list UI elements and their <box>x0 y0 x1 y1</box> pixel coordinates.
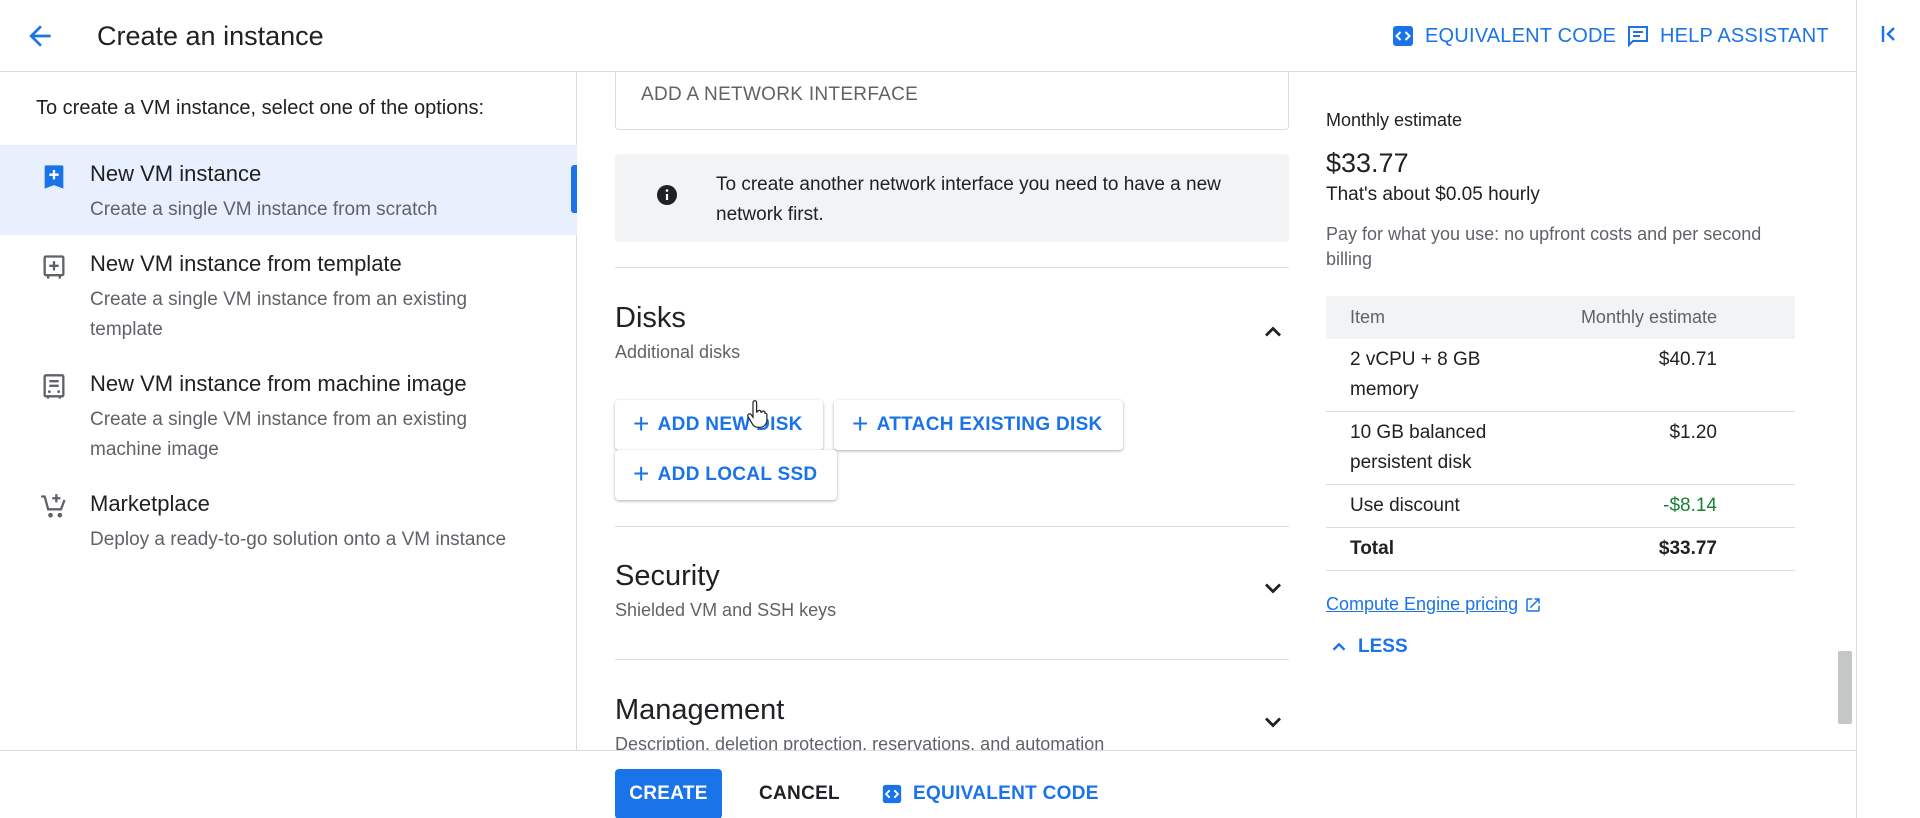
option-title: Marketplace <box>90 491 210 516</box>
disks-section-subtitle: Additional disks <box>615 342 741 362</box>
disks-section-title: Disks <box>615 302 686 334</box>
security-section-title: Security <box>615 560 720 592</box>
hourly-estimate: That's about $0.05 hourly <box>1326 184 1540 205</box>
row-item: 10 GB balanced persistent disk <box>1326 411 1526 485</box>
attach-existing-disk-label: ATTACH EXISTING DISK <box>876 414 1103 435</box>
scrollbar-thumb[interactable] <box>1838 651 1852 724</box>
chevron-down-icon[interactable] <box>1259 574 1287 602</box>
pricing-table: Item Monthly estimate 2 vCPU + 8 GB memo… <box>1326 296 1795 571</box>
show-less-label: LESS <box>1358 636 1408 657</box>
divider <box>615 659 1289 660</box>
total-row: Total $33.77 <box>1326 527 1795 571</box>
row-item: Use discount <box>1326 484 1526 528</box>
cancel-button[interactable]: CANCEL <box>747 769 852 818</box>
chat-icon <box>1628 26 1648 48</box>
management-section-title: Management <box>615 694 785 726</box>
option-description: Create a single VM instance from scratch <box>90 199 438 220</box>
page-title: Create an instance <box>97 21 324 51</box>
table-row: Use discount -$8.14 <box>1326 484 1795 528</box>
equivalent-code-link[interactable]: EQUIVALENT CODE <box>1391 22 1616 50</box>
attach-existing-disk-button[interactable]: + ATTACH EXISTING DISK <box>834 400 1123 450</box>
creation-options-panel: To create a VM instance, select one of t… <box>0 72 577 750</box>
add-new-disk-button[interactable]: + ADD NEW DISK <box>615 400 823 450</box>
row-item: 2 vCPU + 8 GB memory <box>1326 339 1526 412</box>
option-description: Create a single VM instance from an exis… <box>90 409 468 460</box>
billing-note: Pay for what you use: no upfront costs a… <box>1326 224 1762 269</box>
plus-icon: + <box>633 457 650 489</box>
template-icon <box>43 255 65 279</box>
info-icon <box>657 185 677 205</box>
external-link-icon <box>1526 597 1540 612</box>
option-title: New VM instance <box>90 161 262 186</box>
security-section-subtitle: Shielded VM and SSH keys <box>615 600 837 620</box>
option-title: New VM instance from template <box>90 251 402 276</box>
plus-icon: + <box>852 407 869 439</box>
create-button[interactable]: CREATE <box>615 769 722 818</box>
option-description: Create a single VM instance from an exis… <box>90 289 468 340</box>
main-form: ADD A NETWORK INTERFACE To create anothe… <box>578 72 1300 750</box>
add-network-interface-button[interactable]: ADD A NETWORK INTERFACE <box>615 72 1289 130</box>
column-header-item: Item <box>1326 296 1526 339</box>
option-marketplace[interactable]: Marketplace Deploy a ready-to-go solutio… <box>0 475 577 565</box>
table-row: 10 GB balanced persistent disk $1.20 <box>1326 411 1795 485</box>
chevron-up-icon[interactable] <box>1259 318 1287 346</box>
pricing-link-label: Compute Engine pricing <box>1326 594 1519 614</box>
info-banner: To create another network interface you … <box>615 154 1289 242</box>
monthly-estimate-amount: $33.77 <box>1326 148 1409 178</box>
selected-indicator <box>571 165 577 213</box>
column-header-estimate: Monthly estimate <box>1526 296 1795 339</box>
cart-icon <box>41 494 66 518</box>
side-panel-strip <box>1856 0 1920 818</box>
total-value: $33.77 <box>1526 527 1795 571</box>
code-icon <box>882 784 902 804</box>
machine-image-icon <box>43 374 65 399</box>
divider <box>615 526 1289 527</box>
row-value: $40.71 <box>1526 339 1795 412</box>
add-local-ssd-button[interactable]: + ADD LOCAL SSD <box>615 450 838 500</box>
add-new-disk-label: ADD NEW DISK <box>657 414 803 435</box>
plus-icon: + <box>633 407 650 439</box>
discount-value: -$8.14 <box>1526 484 1795 528</box>
info-text: To create another network interface you … <box>716 174 1221 225</box>
row-value: $1.20 <box>1526 411 1795 485</box>
chevron-down-icon[interactable] <box>1259 708 1287 736</box>
code-icon <box>1393 26 1413 46</box>
action-bar: CREATE CANCEL EQUIVALENT CODE <box>0 750 1856 818</box>
option-description: Deploy a ready-to-go solution onto a VM … <box>90 529 507 550</box>
equivalent-code-label: EQUIVALENT CODE <box>1425 24 1617 47</box>
hand-cursor-icon <box>747 400 768 428</box>
table-header-row: Item Monthly estimate <box>1326 296 1795 339</box>
option-new-vm-from-machine-image[interactable]: New VM instance from machine image Creat… <box>0 355 577 475</box>
back-arrow-icon[interactable] <box>24 20 56 52</box>
compute-engine-pricing-link[interactable]: Compute Engine pricing <box>1326 594 1542 615</box>
collapse-panel-icon[interactable] <box>1879 22 1903 46</box>
row-item: Total <box>1326 527 1526 571</box>
add-local-ssd-label: ADD LOCAL SSD <box>657 464 818 485</box>
table-row: 2 vCPU + 8 GB memory $40.71 <box>1326 339 1795 412</box>
show-less-button[interactable]: LESS <box>1328 636 1408 658</box>
equivalent-code-button[interactable]: EQUIVALENT CODE <box>881 769 1099 818</box>
monthly-estimate-label: Monthly estimate <box>1326 110 1463 130</box>
pricing-summary: Monthly estimate $33.77 That's about $0.… <box>1326 72 1806 750</box>
option-new-vm-from-template[interactable]: New VM instance from template Create a s… <box>0 235 577 355</box>
options-intro: To create a VM instance, select one of t… <box>36 97 485 119</box>
add-box-icon <box>44 165 64 189</box>
help-assistant-link[interactable]: HELP ASSISTANT <box>1626 22 1829 50</box>
management-section-subtitle: Description, deletion protection, reserv… <box>615 734 1105 750</box>
option-new-vm-instance[interactable]: New VM instance Create a single VM insta… <box>0 145 577 235</box>
chevron-up-icon <box>1332 642 1346 651</box>
option-title: New VM instance from machine image <box>90 371 467 396</box>
page-header: Create an instance EQUIVALENT CODE HELP … <box>0 0 1856 72</box>
help-assistant-label: HELP ASSISTANT <box>1660 24 1829 47</box>
add-network-interface-label: ADD A NETWORK INTERFACE <box>641 84 919 105</box>
divider <box>615 267 1289 268</box>
equivalent-code-label: EQUIVALENT CODE <box>913 783 1099 804</box>
